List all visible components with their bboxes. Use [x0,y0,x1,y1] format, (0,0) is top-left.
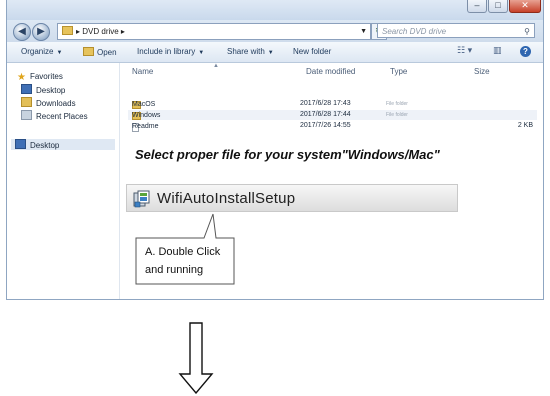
callout-box [135,213,235,285]
callout-line-2: and running [145,264,204,276]
callout-text: A. Double Click and running [145,243,233,279]
down-arrow-icon [178,322,214,394]
callout-line-1: A. Double Click [145,246,221,258]
